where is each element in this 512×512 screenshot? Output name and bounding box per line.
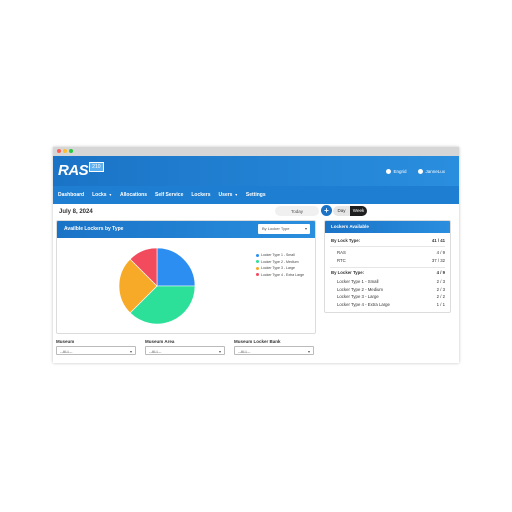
app-window: RAS 210 Engrid JanneLux Dashboard Locks ▼ A… [53, 147, 459, 363]
nav-item-label: Users [218, 192, 233, 198]
by-lock-type-row: By Lock Type: 41 / 41 [331, 238, 445, 243]
nav-item-settings[interactable]: Settings [246, 192, 266, 198]
legend-dot-icon [256, 253, 259, 257]
by-locker-type-row: By Locker Type: 4 / 9 [331, 270, 445, 275]
lockers-by-type-title: Availble Lockers by Type [64, 226, 124, 232]
availability-row: Locker Type 3 - Large 2 / 2 [337, 294, 445, 299]
caret-down-icon: ▼ [234, 193, 238, 197]
filter-label: Museum Locker Bank [234, 339, 281, 344]
minimize-window-dot[interactable] [63, 149, 67, 153]
nav-item-lockers[interactable]: Lockers [191, 192, 210, 198]
nav-item-label: Locks [92, 192, 107, 198]
user-icon [418, 169, 424, 174]
availability-row: Locker Type 2 - Medium 2 / 3 [337, 286, 445, 292]
legend-label: Locker Type 4 - Extra Large [261, 272, 305, 277]
nav-item-self-service[interactable]: Self Service [155, 192, 183, 198]
legend-dot-icon [256, 260, 259, 264]
chevron-down-icon: ▾ [129, 349, 132, 354]
ras-logo[interactable]: RAS 210 [58, 161, 104, 179]
globe-icon [386, 169, 392, 174]
lockers-available-title: Lockers Available [331, 224, 369, 229]
availability-row: Locker Type 1 - Small 2 / 3 [337, 279, 445, 284]
nav-item-label: Settings [245, 192, 266, 198]
current-date: July 8, 2024 [59, 209, 93, 215]
chevron-down-icon: ▾ [218, 349, 221, 354]
window-titlebar [53, 147, 459, 156]
lockers-pie-chart [118, 247, 196, 325]
pie-slice-1[interactable] [156, 247, 196, 287]
filter-select-museum[interactable]: --ALL-- ▾ [56, 346, 136, 355]
legend-label: Locker Type 1 - Small [261, 253, 295, 258]
pie-legend: Locker Type 1 - Small Locker Type 2 - Med… [256, 252, 304, 278]
legend-dot-icon [256, 273, 259, 277]
nav-item-locks[interactable]: Locks ▼ [92, 192, 112, 198]
nav-item-allocations[interactable]: Allocations [120, 192, 147, 198]
filter-select-museum-locker-bank[interactable]: --ALL-- ▾ [234, 346, 314, 355]
filter-label: Museum [56, 339, 75, 344]
user-menu[interactable]: JanneLux [418, 169, 445, 174]
app-header: RAS 210 Engrid JanneLux [53, 156, 459, 186]
chevron-down-icon: ▾ [304, 226, 307, 231]
availability-row: RAS 4 / 9 [337, 250, 445, 255]
view-switch: Day Week [333, 206, 367, 216]
legend-label: Locker Type 2 - Medium [261, 259, 299, 264]
lockers-available-card: Lockers Available By Lock Type: 41 / 41 … [324, 220, 451, 313]
filter-select-museum-area[interactable]: --ALL-- ▾ [145, 346, 225, 355]
week-view-button[interactable]: Week [350, 206, 367, 216]
nav-item-users[interactable]: Users ▼ [219, 192, 238, 198]
nav-item-label: Allocations [120, 192, 147, 198]
maximize-window-dot[interactable] [69, 149, 73, 153]
filter-label: Museum Area [145, 339, 175, 344]
locker-type-select[interactable]: By Locker Type ▾ [258, 224, 310, 234]
today-toggle[interactable]: Today [275, 206, 319, 216]
nav-item-label: Lockers [191, 192, 211, 198]
nav-item-label: Dashboard [58, 192, 85, 198]
availability-row: Locker Type 4 - Extra Large 1 / 1 [337, 301, 445, 307]
nav-item-label: Self Service [155, 192, 184, 198]
settings-link[interactable]: Engrid [386, 169, 406, 174]
lockers-by-type-card: Availble Lockers by Type By Locker Type … [56, 220, 316, 334]
legend-label: Locker Type 3 - Large [261, 266, 295, 271]
nav-item-dashboard[interactable]: Dashboard [58, 192, 84, 198]
legend-dot-icon [256, 266, 259, 270]
chevron-down-icon: ▾ [307, 349, 310, 354]
add-button[interactable]: + [321, 205, 332, 216]
legend-item[interactable]: Locker Type 4 - Extra Large [256, 272, 304, 279]
close-window-dot[interactable] [57, 149, 61, 153]
day-view-button[interactable]: Day [333, 206, 350, 216]
main-nav: Dashboard Locks ▼ Allocations Self Service Lo… [53, 186, 459, 204]
availability-row: RTC 37 / 32 [337, 257, 445, 263]
caret-down-icon: ▼ [108, 193, 113, 197]
